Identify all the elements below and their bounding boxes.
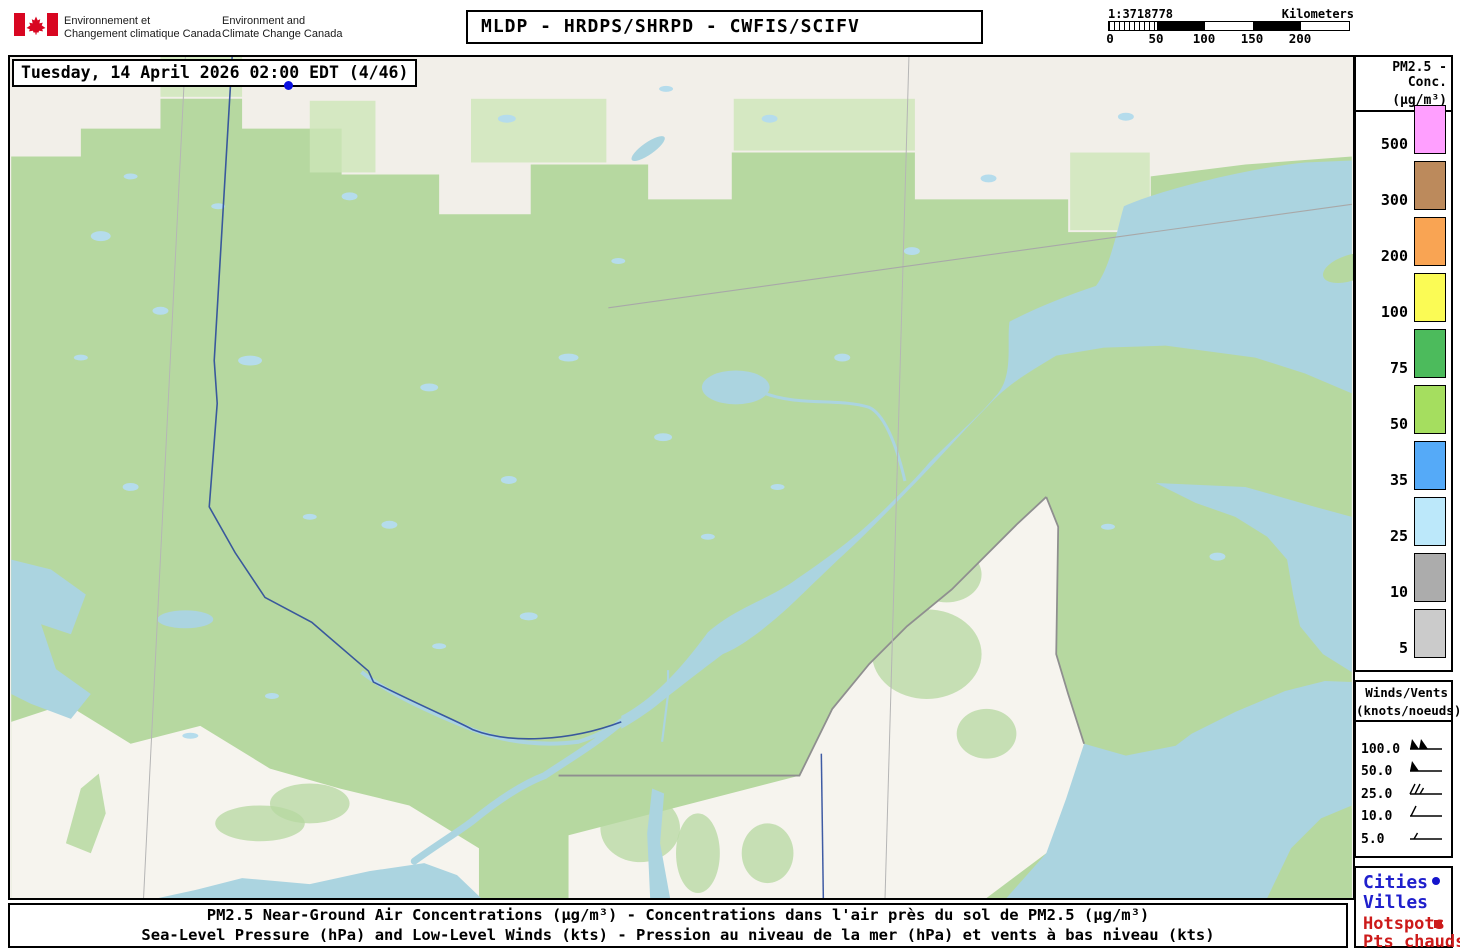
legend-swatch: [1414, 553, 1446, 602]
scale-segment: [1301, 22, 1349, 30]
legend-swatch: [1414, 217, 1446, 266]
city-dot-symbol: [1432, 877, 1440, 885]
scale-bar-graphic: [1108, 21, 1350, 31]
legend-swatch: [1414, 161, 1446, 210]
markers-legend: Cities Villes Hotspots Pts chauds: [1354, 866, 1460, 952]
winds-legend-units: (knots/noeuds): [1356, 703, 1460, 718]
legend-swatch-label: 5: [1398, 639, 1408, 657]
wind-barb-icon: [1402, 758, 1446, 781]
legend-swatch: [1414, 273, 1446, 322]
scale-ticks: 0 50 100 150 200: [1106, 31, 1354, 46]
legend-swatch-label: 35: [1389, 471, 1408, 489]
legend-swatch-label: 10: [1389, 583, 1408, 601]
app: { "header": { "logo": {"fr1":"Environnem…: [0, 0, 1460, 952]
scale-tick: 100: [1192, 31, 1216, 46]
wind-barb-icon: [1402, 826, 1446, 849]
wind-speed-label: 5.0: [1361, 831, 1385, 847]
scale-unit-label: Kilometers: [1281, 7, 1354, 21]
caption-line2: Sea-Level Pressure (hPa) and Low-Level W…: [141, 926, 1215, 944]
legend-swatch: [1414, 105, 1446, 154]
legend-swatch: [1414, 329, 1446, 378]
legend-swatch-label: 500: [1380, 135, 1408, 153]
wind-barb-icon: [1402, 736, 1446, 759]
scale-segment: [1253, 22, 1301, 30]
scale-segment: [1109, 22, 1157, 30]
winds-legend: Winds/Vents (knots/noeuds) 100.0 50.0 25.0…: [1354, 680, 1460, 858]
wind-speed-label: 50.0: [1361, 764, 1393, 780]
scale-tick: 50: [1148, 31, 1164, 46]
canada-flag-logo: [14, 13, 58, 36]
wind-speed-label: 25.0: [1361, 786, 1393, 802]
caption: PM2.5 Near-Ground Air Concentrations (µg…: [8, 903, 1348, 948]
timestamp-box: Tuesday, 14 April 2026 02:00 EDT (4/46): [12, 59, 418, 87]
org-en-line1: Environment and: [222, 15, 306, 27]
org-name-fr: Environnement et Changement climatique C…: [64, 15, 221, 41]
scale-segment: [1157, 22, 1205, 30]
scale-segment: [1205, 22, 1253, 30]
city-dot: [284, 81, 293, 90]
legend-swatch-label: 200: [1380, 247, 1408, 265]
org-en-line2: Climate Change Canada: [222, 28, 343, 40]
map: Tuesday, 14 April 2026 02:00 EDT (4/46): [8, 55, 1377, 900]
cities-label-fr: Villes: [1363, 892, 1429, 913]
winds-legend-title: Winds/Vents: [1365, 685, 1448, 700]
legend-swatch: [1414, 609, 1446, 658]
legend-swatch-label: 50: [1389, 415, 1408, 433]
scale-ratio: 1:3718778: [1108, 7, 1174, 21]
divider: [1356, 720, 1451, 722]
pm25-legend-title: PM2.5 - Conc.: [1392, 60, 1447, 90]
map-scale-bar: 1:3718778 Kilometers 0 50 100 150 200: [1106, 7, 1354, 51]
pm25-legend: PM2.5 - Conc. (µg/m³) 500 300 200 100 75 50 35…: [1354, 55, 1453, 672]
scale-tick: 150: [1240, 31, 1264, 46]
wind-speed-label: 10.0: [1361, 809, 1393, 825]
org-fr-line1: Environnement et: [64, 15, 151, 27]
product-title: MLDP - HRDPS/SHRPD - CWFIS/SCIFV: [466, 10, 983, 44]
hotspots-label-en: Hotspots: [1363, 914, 1445, 934]
org-name-en: Environment and Climate Change Canada: [222, 15, 342, 41]
legend-swatch: [1414, 441, 1446, 490]
wind-speed-label: 100.0: [1361, 742, 1401, 757]
caption-line1: PM2.5 Near-Ground Air Concentrations (µg…: [206, 906, 1150, 924]
legend-swatch: [1414, 497, 1446, 546]
legend-swatch-label: 300: [1380, 191, 1408, 209]
map-canvas: [11, 56, 1377, 899]
wind-barb-icon: [1402, 781, 1446, 804]
scale-tick: 200: [1288, 31, 1312, 46]
legend-swatch: [1414, 385, 1446, 434]
hotspots-label-fr: Pts chauds: [1363, 932, 1460, 952]
legend-swatch-label: 75: [1389, 359, 1408, 377]
legend-swatch-label: 100: [1380, 303, 1408, 321]
cities-label-en: Cities: [1363, 872, 1429, 893]
legend-swatch-label: 25: [1389, 527, 1408, 545]
wind-barb-icon: [1402, 803, 1446, 826]
scale-tick: 0: [1106, 31, 1114, 46]
hotspot-symbol: [1434, 920, 1442, 928]
org-fr-line2: Changement climatique Canada: [64, 28, 222, 40]
